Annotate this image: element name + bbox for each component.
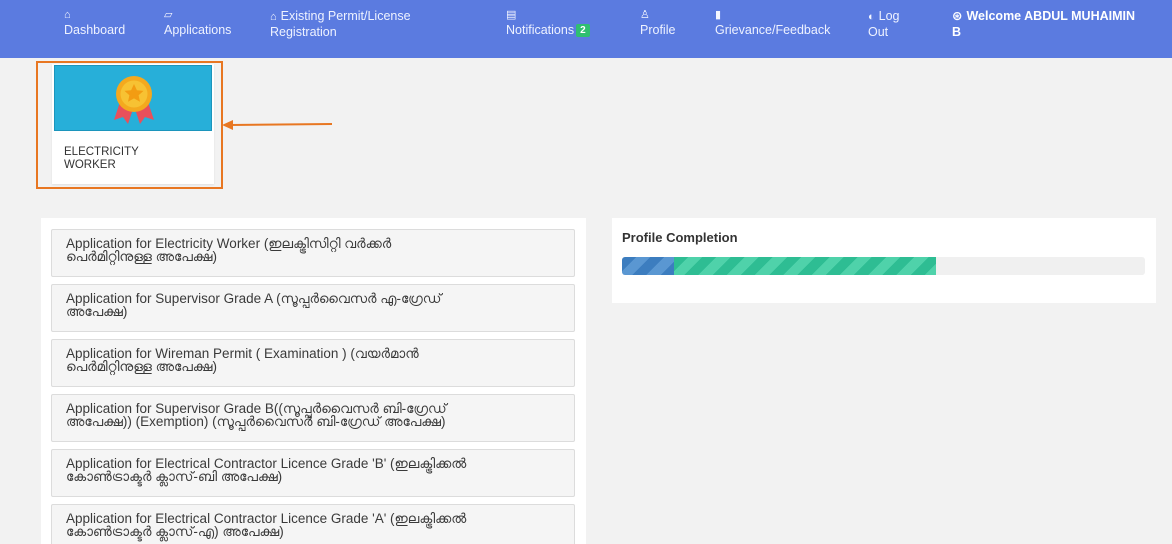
nav-grievance[interactable]: ▮ Grievance/Feedback [715, 8, 830, 38]
notification-count-badge: 2 [576, 24, 590, 37]
nav-applications[interactable]: ▱ Applications [164, 8, 231, 38]
welcome-user[interactable]: ⊛ Welcome ABDUL MUHAIMIN B [952, 8, 1135, 40]
application-contractor-grade-a-button[interactable]: Application for Electrical Contractor Li… [51, 504, 575, 544]
application-label-line2: കോൺട്രാക്ടർ ക്ലാസ്-ബി അപേക്ഷ) [66, 468, 283, 484]
application-supervisor-grade-b-button[interactable]: Application for Supervisor Grade B((സൂപ്… [51, 394, 575, 442]
nav-grievance-label: Grievance/Feedback [715, 23, 831, 37]
nav-existing-permit[interactable]: ⌂ Existing Permit/License Registration [270, 8, 411, 40]
nav-logout-label-line2: Out [868, 25, 889, 39]
profile-completion-panel: Profile Completion [612, 218, 1156, 303]
progress-segment-blue [622, 257, 675, 275]
welcome-label-line1: Welcome ABDUL MUHAIMIN [966, 9, 1136, 23]
tile-banner [54, 65, 212, 131]
progress-segment-green [674, 257, 936, 275]
folder-icon: ▱ [164, 9, 173, 21]
nav-applications-label: Applications [164, 23, 232, 37]
nav-existing-label-line2: Registration [270, 25, 337, 39]
nav-dashboard[interactable]: ⌂ Dashboard [64, 8, 125, 38]
nav-notifications-label: Notifications [506, 23, 575, 37]
nav-profile-label: Profile [640, 23, 676, 37]
electricity-worker-tile[interactable]: ELECTRICITY WORKER [52, 64, 214, 184]
application-contractor-grade-b-button[interactable]: Application for Electrical Contractor Li… [51, 449, 575, 497]
application-electricity-worker-button[interactable]: Application for Electricity Worker (ഇലക്… [51, 229, 575, 277]
tile-label-line2: WORKER [64, 158, 116, 171]
applications-panel: Application for Electricity Worker (ഇലക്… [41, 218, 586, 544]
tile-label-line1: ELECTRICITY [64, 146, 139, 158]
nav-logout[interactable]: ◐ Log Out [868, 8, 900, 40]
pointer-arrow-icon [222, 120, 333, 130]
application-label-line2: കോൺട്രാക്ടർ ക്ലാസ്-എ) അപേക്ഷ) [66, 523, 284, 539]
application-supervisor-grade-a-button[interactable]: Application for Supervisor Grade A (സൂപ്… [51, 284, 575, 332]
tile-label: ELECTRICITY WORKER [64, 146, 204, 171]
award-medal-icon [114, 76, 154, 124]
profile-completion-title: Profile Completion [622, 230, 738, 245]
document-icon: ▮ [715, 9, 722, 21]
application-label-line2: പെർമിറ്റിനുള്ള അപേക്ഷ) [66, 248, 217, 264]
top-navbar: ⌂ Dashboard ▱ Applications ⌂ Existing Per… [0, 0, 1172, 58]
welcome-label-line2: B [952, 25, 962, 39]
profile-progress-bar [622, 257, 1145, 275]
nav-logout-label-line1: Log [878, 9, 900, 23]
power-icon: ◐ [868, 11, 875, 23]
nav-dashboard-label: Dashboard [64, 23, 126, 37]
nav-profile[interactable]: ♙ Profile [640, 8, 675, 38]
nav-notifications[interactable]: ▤ Notifications 2 [506, 8, 590, 38]
calendar-icon: ▤ [506, 9, 517, 21]
application-label-line2: അപേക്ഷ)) (Exemption) (സൂപ്പർവൈസർ ബി-ഗ്രേ… [66, 413, 446, 429]
application-label-line2: പെർമിറ്റിനുള്ള അപേക്ഷ) [66, 358, 217, 374]
application-wireman-permit-button[interactable]: Application for Wireman Permit ( Examina… [51, 339, 575, 387]
home-icon: ⌂ [270, 11, 277, 23]
user-icon: ♙ [640, 9, 650, 21]
application-label-line2: അപേക്ഷ) [66, 303, 128, 319]
home-icon: ⌂ [64, 9, 71, 21]
user-circle-icon: ⊛ [952, 9, 963, 23]
nav-existing-label-line1: Existing Permit/License [280, 9, 411, 23]
